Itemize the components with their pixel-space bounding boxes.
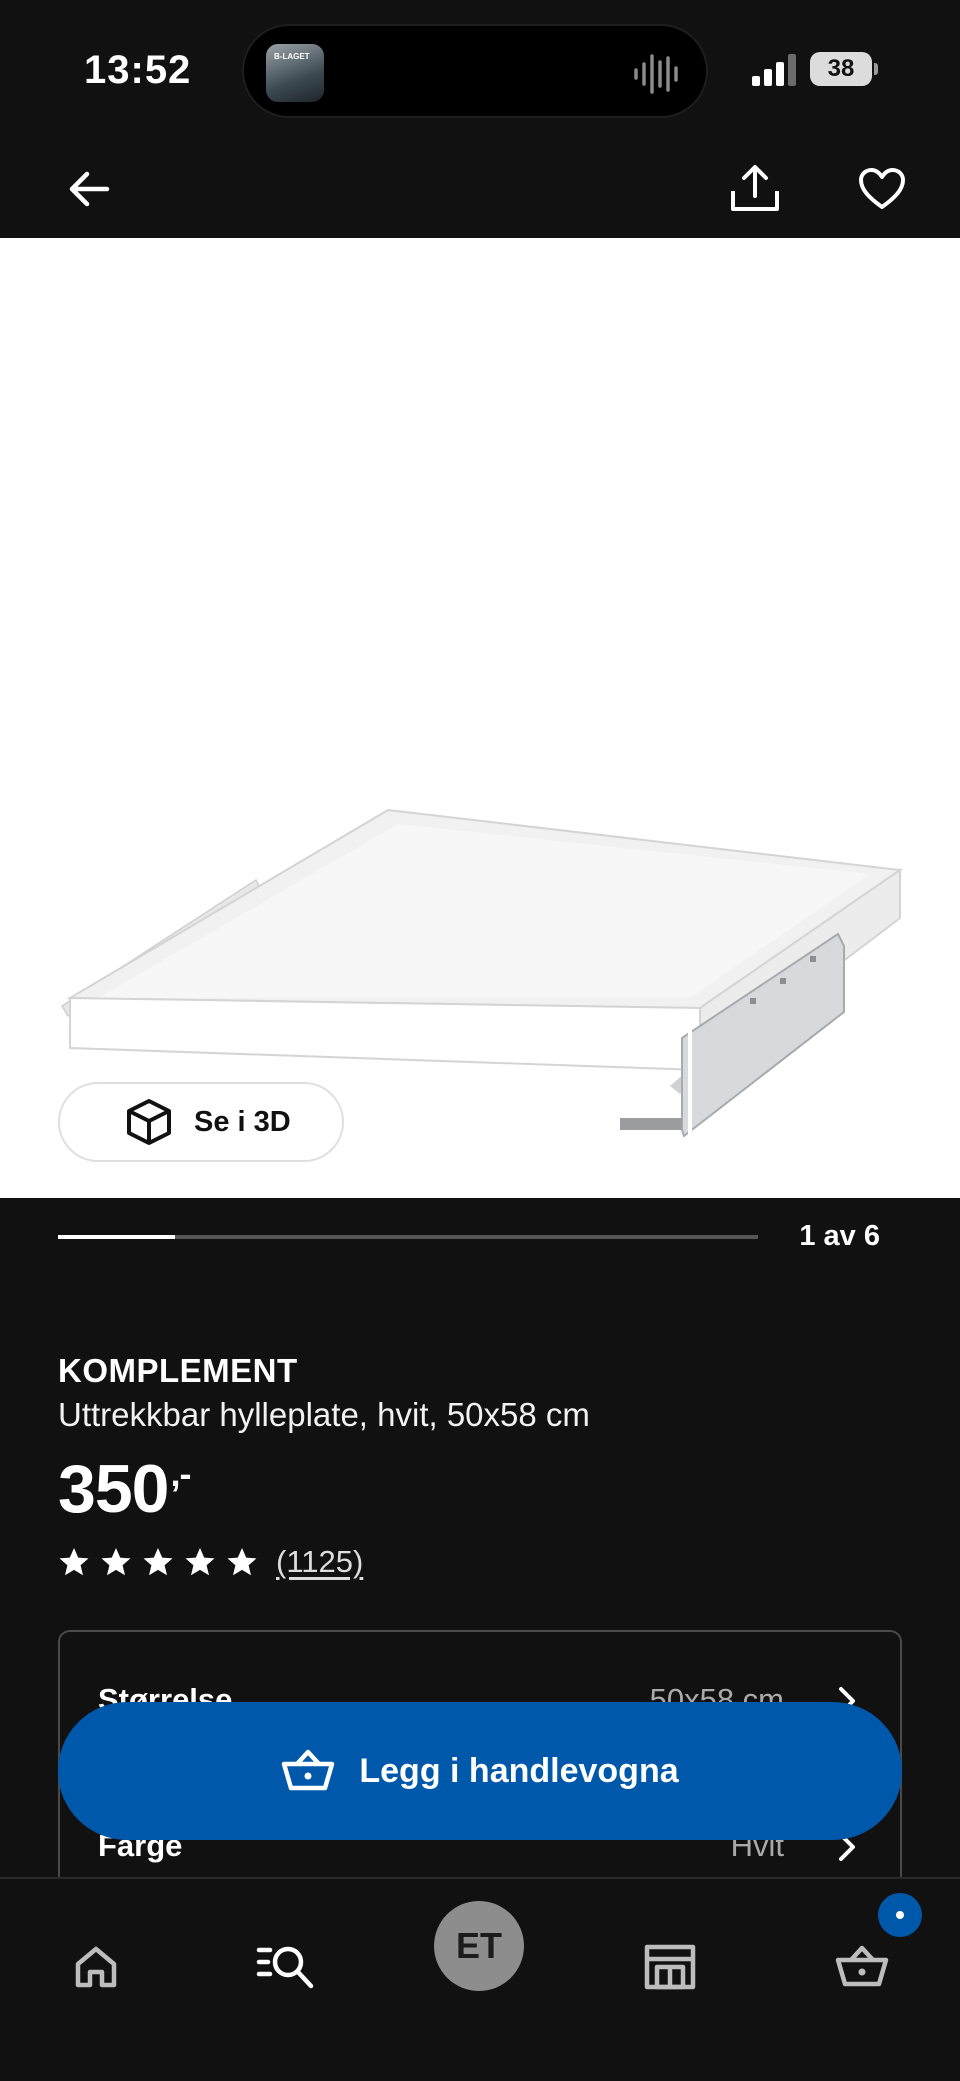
dynamic-island[interactable]: B-LAGET: [242, 24, 708, 118]
star-icon: [59, 1548, 89, 1576]
add-to-cart-button[interactable]: Legg i handlevogna: [58, 1702, 902, 1840]
star-icon: [227, 1548, 257, 1576]
tab-stores[interactable]: [638, 1935, 702, 1999]
search-list-icon: [256, 1946, 314, 1989]
status-bar: 13:52 B-LAGET 38: [0, 0, 960, 140]
review-count-link[interactable]: (1125): [276, 1544, 363, 1580]
arrow-left-icon: [69, 171, 110, 207]
product-rating[interactable]: (1125): [58, 1540, 363, 1584]
tab-search[interactable]: [254, 1935, 318, 1999]
home-icon: [75, 1946, 117, 1988]
cube-icon: [127, 1099, 171, 1145]
bottom-tab-bar: ET: [0, 1877, 960, 2081]
heart-icon: [859, 168, 905, 209]
share-button[interactable]: [724, 158, 786, 220]
profile-avatar[interactable]: ET: [434, 1901, 524, 1991]
cellular-signal-icon: [752, 54, 796, 86]
status-time: 13:52: [84, 48, 192, 92]
star-icon: [185, 1548, 215, 1576]
gallery-progress-fill: [58, 1235, 175, 1239]
audio-waveform-icon: [634, 54, 678, 94]
share-icon: [731, 165, 779, 211]
star-icon: [101, 1548, 131, 1576]
store-icon: [644, 1944, 696, 1990]
product-image: [60, 808, 903, 1138]
product-price: 350,-: [58, 1450, 191, 1528]
product-image-gallery[interactable]: Se i 3D: [0, 238, 960, 1198]
price-suffix: ,-: [170, 1453, 191, 1494]
rating-stars: [58, 1546, 258, 1578]
view-3d-button[interactable]: Se i 3D: [58, 1082, 344, 1162]
back-button[interactable]: [58, 158, 120, 220]
shopping-basket-icon: [282, 1749, 335, 1791]
gallery-progress-track: [58, 1235, 758, 1239]
top-nav: [0, 140, 960, 238]
now-playing-artwork: B-LAGET: [266, 44, 324, 102]
product-description: Uttrekkbar hylleplate, hvit, 50x58 cm: [58, 1396, 590, 1433]
cart-icon: [835, 1945, 889, 1987]
battery-indicator: 38: [810, 52, 878, 86]
tab-home[interactable]: [64, 1935, 128, 1999]
gallery-counter: 1 av 6: [799, 1220, 880, 1252]
favorite-button[interactable]: [851, 158, 913, 220]
add-to-cart-label: Legg i handlevogna: [359, 1751, 679, 1790]
tab-cart[interactable]: [830, 1935, 894, 1999]
view-3d-label: Se i 3D: [194, 1105, 291, 1138]
cart-badge: [878, 1893, 922, 1937]
gallery-progress: 1 av 6: [58, 1220, 902, 1254]
now-playing-artwork-text: B-LAGET: [274, 52, 310, 61]
star-icon: [143, 1548, 173, 1576]
price-value: 350: [58, 1451, 169, 1527]
product-name: KOMPLEMENT: [58, 1352, 298, 1389]
